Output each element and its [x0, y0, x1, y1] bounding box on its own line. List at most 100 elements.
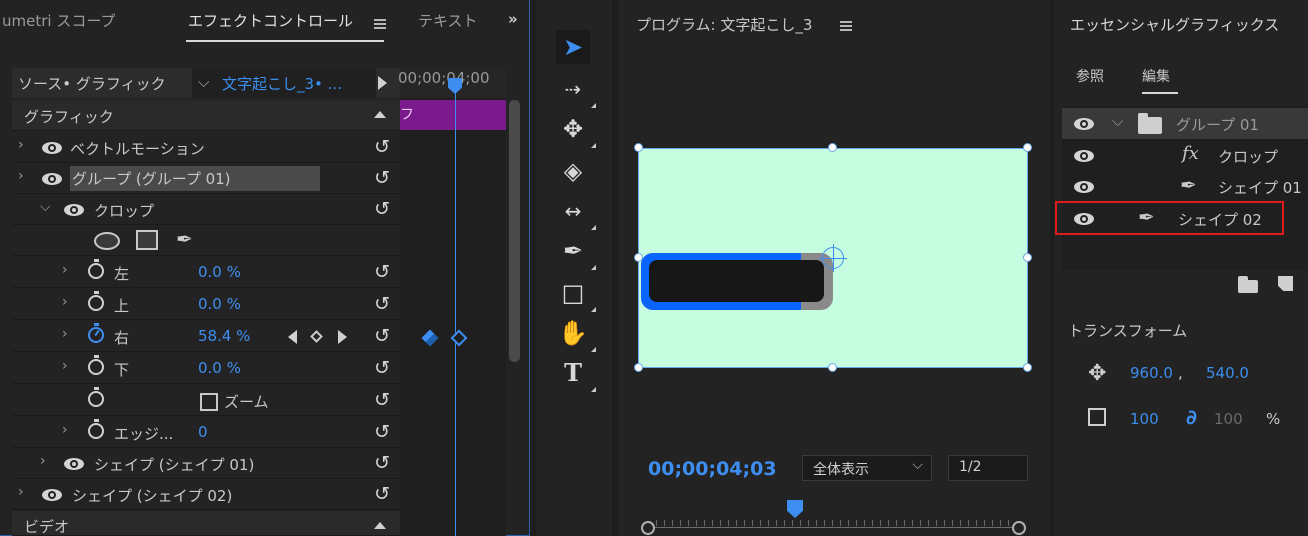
- crop-top-row[interactable]: › 上 0.0 % ↺: [12, 289, 400, 320]
- add-keyframe-icon[interactable]: [310, 330, 323, 343]
- selection-tool-icon[interactable]: ➤: [556, 30, 590, 64]
- layer-shape-01[interactable]: ✒ シェイプ 01: [1062, 171, 1308, 202]
- crop-zoom-row[interactable]: ズーム ↺: [12, 385, 400, 416]
- shape01-row[interactable]: › シェイプ (シェイプ 01) ↺: [12, 448, 400, 479]
- chevron-right-icon[interactable]: ›: [62, 422, 68, 438]
- chevron-down-icon[interactable]: ⌵: [1112, 112, 1123, 130]
- stopwatch-icon[interactable]: [88, 387, 104, 407]
- transform-handle[interactable]: [634, 143, 643, 152]
- chevron-right-icon[interactable]: ›: [62, 262, 68, 278]
- scale-value[interactable]: 100: [1130, 410, 1159, 428]
- anchor-point-icon[interactable]: [819, 244, 847, 272]
- program-timecode[interactable]: 00;00;04;03: [648, 458, 777, 480]
- tab-effect-controls[interactable]: エフェクトコントロール: [188, 10, 353, 31]
- chevron-right-icon[interactable]: ›: [40, 453, 46, 469]
- playhead-line[interactable]: [455, 80, 456, 536]
- eye-icon[interactable]: [1074, 118, 1094, 130]
- eye-icon[interactable]: [42, 489, 62, 501]
- razor-tool-icon[interactable]: ◈: [556, 154, 590, 188]
- reset-icon[interactable]: ↺: [374, 483, 390, 505]
- reset-icon[interactable]: ↺: [374, 261, 390, 283]
- crop-row[interactable]: ⌵ クロップ ↺: [12, 194, 400, 225]
- tab-edit[interactable]: 編集: [1142, 66, 1170, 86]
- reset-icon[interactable]: ↺: [374, 389, 390, 411]
- video-header[interactable]: ビデオ: [12, 511, 400, 536]
- vertical-scrollbar[interactable]: [509, 100, 520, 362]
- prev-keyframe-icon[interactable]: [288, 330, 297, 344]
- collapse-icon[interactable]: [374, 522, 386, 529]
- tab-browse[interactable]: 参照: [1076, 66, 1104, 86]
- collapse-icon[interactable]: [374, 111, 386, 118]
- crop-left-value[interactable]: 0.0 %: [198, 263, 241, 281]
- eye-icon[interactable]: [1074, 181, 1094, 193]
- chevron-right-icon[interactable]: ›: [18, 484, 24, 500]
- fit-dropdown[interactable]: 全体表示 ⌵: [802, 455, 932, 481]
- tab-text[interactable]: テキスト: [418, 10, 478, 31]
- scrub-bar[interactable]: [648, 527, 1020, 528]
- rectangle-tool-icon[interactable]: □: [556, 276, 596, 312]
- position-x-value[interactable]: 960.0: [1130, 364, 1173, 382]
- chevron-down-icon[interactable]: ⌵: [40, 199, 51, 215]
- transform-handle[interactable]: [1023, 253, 1032, 262]
- crop-right-value[interactable]: 58.4 %: [198, 327, 250, 345]
- layer-crop[interactable]: fx クロップ: [1062, 140, 1308, 171]
- edge-feather-value[interactable]: 0: [198, 423, 208, 441]
- crop-edge-row[interactable]: › エッジ... 0 ↺: [12, 417, 400, 448]
- stopwatch-icon[interactable]: [88, 259, 104, 279]
- layer-group-01[interactable]: ⌵ グループ 01: [1062, 108, 1308, 139]
- eye-icon[interactable]: [42, 173, 62, 185]
- stopwatch-icon[interactable]: [88, 291, 104, 311]
- out-point-handle[interactable]: [1012, 521, 1026, 535]
- slip-tool-icon[interactable]: ↔: [556, 194, 596, 230]
- eye-icon[interactable]: [64, 204, 84, 216]
- stopwatch-icon[interactable]: [88, 355, 104, 375]
- ripple-edit-tool-icon[interactable]: ✥: [556, 112, 596, 148]
- panel-overflow-icon[interactable]: »: [508, 10, 518, 28]
- graphics-header[interactable]: グラフィック: [12, 100, 400, 131]
- eye-icon[interactable]: [42, 142, 62, 154]
- reset-icon[interactable]: ↺: [374, 198, 390, 220]
- shape02-row[interactable]: › シェイプ (シェイプ 02) ↺: [12, 479, 400, 510]
- reset-icon[interactable]: ↺: [374, 136, 390, 158]
- reset-icon[interactable]: ↺: [374, 293, 390, 315]
- crop-left-row[interactable]: › 左 0.0 % ↺: [12, 257, 400, 288]
- chevron-right-icon[interactable]: ›: [62, 294, 68, 310]
- reset-icon[interactable]: ↺: [374, 421, 390, 443]
- ellipse-mask-icon[interactable]: [94, 232, 120, 250]
- track-select-tool-icon[interactable]: ⇢: [556, 72, 596, 108]
- in-point-handle[interactable]: [641, 521, 655, 535]
- tab-lumetri-scopes[interactable]: umetri スコープ: [2, 10, 115, 31]
- panel-menu-icon[interactable]: [374, 19, 386, 29]
- chevron-right-icon[interactable]: ›: [62, 326, 68, 342]
- crop-bottom-value[interactable]: 0.0 %: [198, 359, 241, 377]
- next-keyframe-icon[interactable]: [338, 330, 347, 344]
- play-triangle-icon[interactable]: [378, 76, 387, 90]
- transform-handle[interactable]: [828, 143, 837, 152]
- panel-menu-icon[interactable]: [840, 21, 852, 31]
- zoom-checkbox[interactable]: [200, 393, 218, 411]
- pen-mask-icon[interactable]: ✒: [176, 227, 193, 251]
- reset-icon[interactable]: ↺: [374, 452, 390, 474]
- transform-handle[interactable]: [1023, 363, 1032, 372]
- vector-motion-row[interactable]: › ベクトルモーション ↺: [12, 132, 400, 163]
- group-row[interactable]: › グループ (グループ 01) ↺: [12, 163, 400, 194]
- reset-icon[interactable]: ↺: [374, 167, 390, 189]
- position-y-value[interactable]: 540.0: [1206, 364, 1249, 382]
- crop-bottom-row[interactable]: › 下 0.0 % ↺: [12, 353, 400, 384]
- new-group-folder-icon[interactable]: [1238, 276, 1258, 293]
- stopwatch-icon[interactable]: [88, 419, 104, 439]
- effect-timeline[interactable]: [400, 68, 506, 536]
- chevron-down-icon[interactable]: ⌵: [198, 73, 209, 91]
- timeline-clip-bar[interactable]: フ: [400, 100, 506, 130]
- stopwatch-active-icon[interactable]: [88, 323, 104, 343]
- crop-right-row[interactable]: › 右 58.4 % ↺: [12, 321, 400, 352]
- eye-icon[interactable]: [1074, 150, 1094, 162]
- transform-handle[interactable]: [1023, 143, 1032, 152]
- rectangle-mask-icon[interactable]: [136, 230, 158, 250]
- hand-tool-icon[interactable]: ✋: [556, 316, 596, 352]
- link-icon[interactable]: ∂: [1186, 405, 1197, 429]
- chevron-right-icon[interactable]: ›: [18, 168, 24, 184]
- eye-icon[interactable]: [64, 458, 84, 470]
- crop-top-value[interactable]: 0.0 %: [198, 295, 241, 313]
- reset-icon[interactable]: ↺: [374, 357, 390, 379]
